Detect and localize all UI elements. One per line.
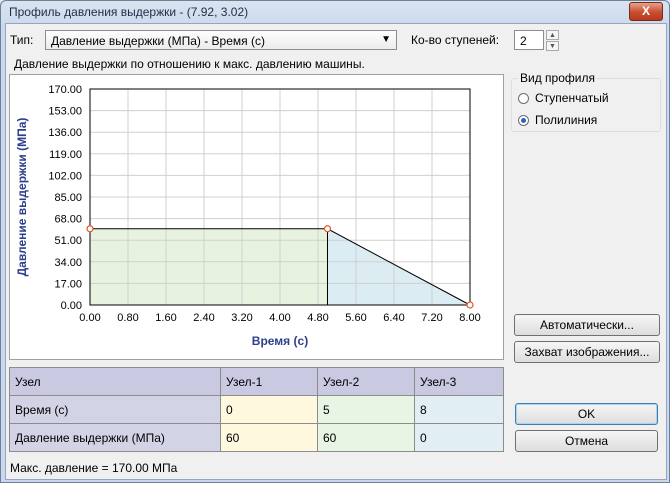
y-tick-label: 102.00 <box>48 170 82 182</box>
table-header-cell: Узел-1 <box>220 367 318 396</box>
dialog-window: Профиль давления выдержки - (7.92, 3.02)… <box>0 0 670 483</box>
dialog-client: Тип: Давление выдержки (МПа) - Время (с)… <box>5 23 667 480</box>
y-tick-label: 85.00 <box>54 192 82 204</box>
nodes-table: Узел Узел-1 Узел-2 Узел-3 Время (с) 0 5 … <box>9 367 504 452</box>
x-tick-label: 8.00 <box>459 312 480 324</box>
radio-polyline-icon[interactable] <box>518 114 529 126</box>
auto-button[interactable]: Автоматически... <box>514 314 660 336</box>
table-cell[interactable]: 60 <box>220 423 318 452</box>
profile-chart[interactable]: 0.00 0.80 1.60 2.40 3.20 4.00 4.80 5.60 6.40 7.20… <box>9 74 504 360</box>
x-tick-label: 5.60 <box>345 312 366 324</box>
row-label: Время (с) <box>9 395 221 424</box>
table-header-cell: Узел-2 <box>317 367 415 396</box>
x-tick-label: 7.20 <box>421 312 442 324</box>
chart-svg: 0.00 0.80 1.60 2.40 3.20 4.00 4.80 5.60 6.40 7.20… <box>15 84 481 348</box>
x-tick-label: 4.00 <box>269 312 290 324</box>
y-tick-label: 136.00 <box>48 127 82 139</box>
radio-step-icon[interactable] <box>518 92 529 104</box>
type-select[interactable]: Давление выдержки (МПа) - Время (с) ▼ <box>45 30 397 50</box>
ok-button[interactable]: OK <box>515 403 658 425</box>
y-axis-label: Давление выдержки (МПа) <box>15 118 29 277</box>
steps-stepper[interactable]: 2 ▲ ▼ <box>514 30 560 52</box>
table-cell[interactable]: 0 <box>414 423 504 452</box>
table-cell[interactable]: 8 <box>414 395 504 424</box>
radio-polyline[interactable]: Полилиния <box>518 113 597 127</box>
x-tick-label: 3.20 <box>231 312 252 324</box>
title-bar: Профиль давления выдержки - (7.92, 3.02)… <box>1 1 669 23</box>
x-tick-label: 2.40 <box>193 312 214 324</box>
x-tick-label: 6.40 <box>383 312 404 324</box>
chevron-down-icon: ▼ <box>381 34 391 45</box>
table-header-cell: Узел-3 <box>414 367 504 396</box>
row-label: Давление выдержки (МПа) <box>9 423 221 452</box>
cancel-button[interactable]: Отмена <box>515 430 658 452</box>
table-header-row: Узел Узел-1 Узел-2 Узел-3 <box>9 367 504 396</box>
description-text: Давление выдержки по отношению к макс. д… <box>14 57 365 71</box>
radio-step-label: Ступенчатый <box>535 91 609 105</box>
spin-down-icon[interactable]: ▼ <box>546 41 559 51</box>
type-label: Тип: <box>10 33 34 47</box>
y-tick-label: 68.00 <box>54 214 82 226</box>
y-tick-label: 153.00 <box>48 106 82 118</box>
table-row: Время (с) 0 5 8 <box>9 395 504 424</box>
data-point <box>86 225 94 233</box>
y-tick-label: 170.00 <box>48 84 82 96</box>
x-tick-label: 0.80 <box>117 312 138 324</box>
profile-type-legend: Вид профиля <box>518 71 597 85</box>
y-tick-label: 0.00 <box>61 300 82 312</box>
data-point <box>323 225 332 233</box>
close-button[interactable]: X <box>629 2 663 21</box>
capture-image-button[interactable]: Захват изображения... <box>514 341 660 363</box>
radio-step[interactable]: Ступенчатый <box>518 91 609 105</box>
table-cell[interactable]: 0 <box>220 395 318 424</box>
profile-type-group: Вид профиля Ступенчатый Полилиния <box>511 71 661 132</box>
window-title: Профиль давления выдержки - (7.92, 3.02) <box>9 5 249 19</box>
radio-polyline-label: Полилиния <box>535 113 598 127</box>
data-point <box>466 301 474 309</box>
y-tick-label: 34.00 <box>54 257 82 269</box>
steps-input[interactable]: 2 <box>514 30 544 50</box>
y-tick-label: 17.00 <box>54 278 82 290</box>
status-text: Макс. давление = 170.00 МПа <box>10 461 178 475</box>
table-cell[interactable]: 60 <box>317 423 415 452</box>
y-tick-label: 119.00 <box>49 149 82 161</box>
table-header-cell: Узел <box>9 367 221 396</box>
x-tick-label: 0.00 <box>79 312 100 324</box>
table-cell[interactable]: 5 <box>317 395 415 424</box>
x-tick-label: 4.80 <box>307 312 328 324</box>
table-row: Давление выдержки (МПа) 60 60 0 <box>9 423 504 452</box>
y-tick-label: 51.00 <box>54 235 82 247</box>
steps-label: Ко-во ступеней: <box>411 33 500 47</box>
type-select-value: Давление выдержки (МПа) - Время (с) <box>51 34 265 48</box>
x-axis-label: Время (с) <box>252 334 308 348</box>
x-tick-label: 1.60 <box>155 312 176 324</box>
spin-up-icon[interactable]: ▲ <box>546 30 559 40</box>
